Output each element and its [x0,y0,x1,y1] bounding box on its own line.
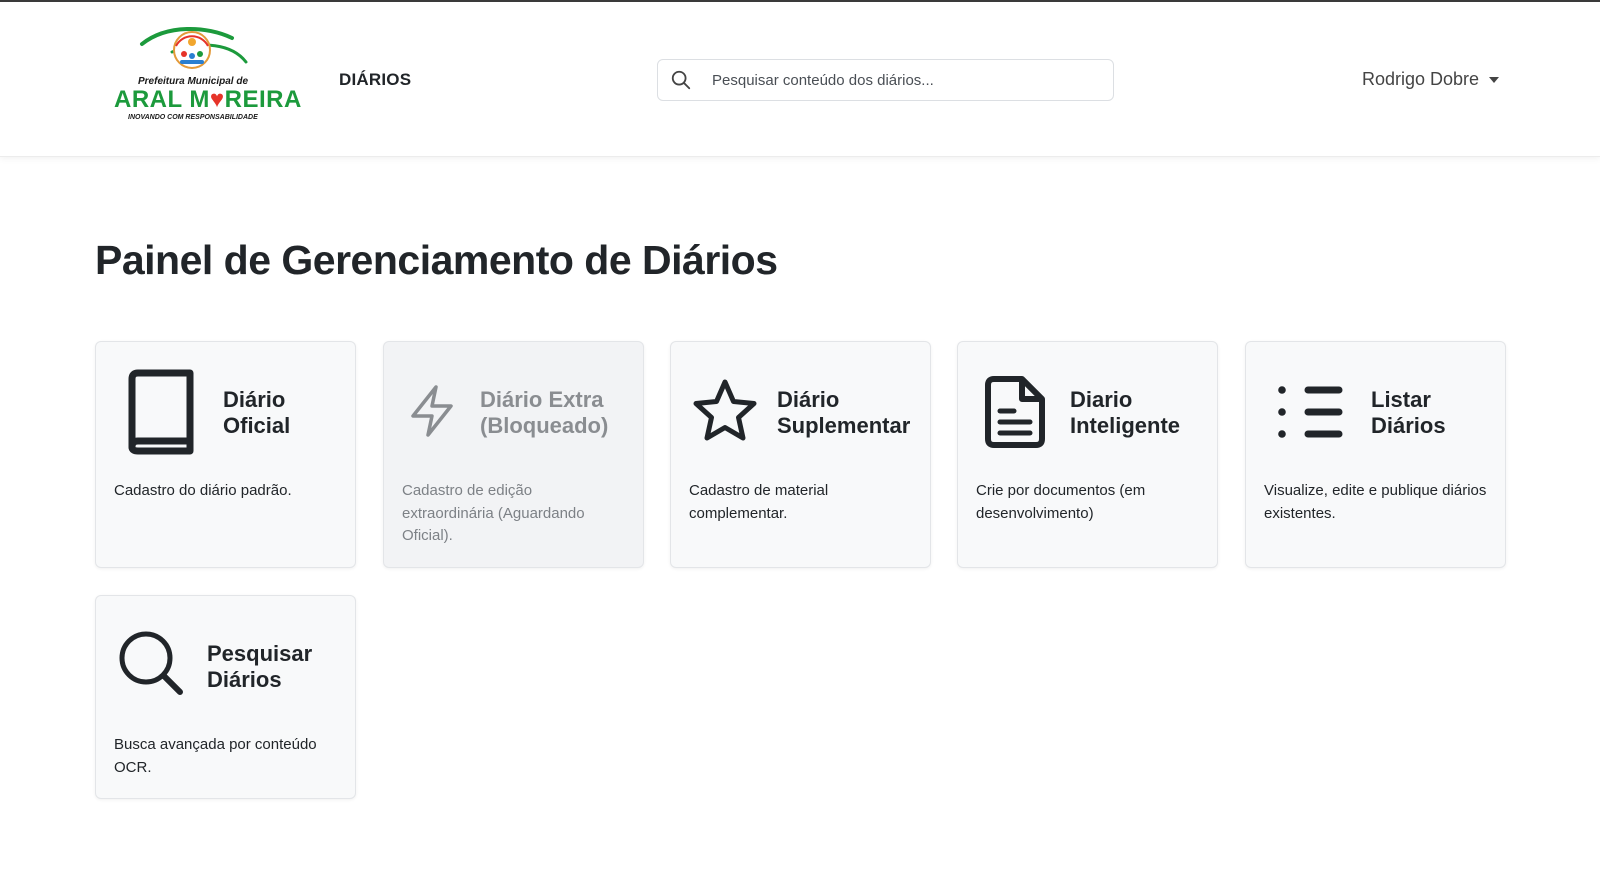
search-icon [119,631,183,695]
card-diario-oficial[interactable]: Diário Oficial Cadastro do diário padrão. [95,341,356,568]
logo-motto: INOVANDO COM RESPONSABILIDADE [128,114,258,121]
user-menu[interactable]: Rodrigo Dobre [1362,69,1500,90]
card-title: Diário Extra (Bloqueado) [480,387,609,438]
search-box [657,59,1114,101]
logo[interactable]: Prefeitura Municipal de ARAL M♥REIRA INO… [112,22,301,124]
card-description: Cadastro de edição extraordinária (Aguar… [402,482,585,544]
card-diario-inteligente[interactable]: Diario Inteligente Crie por documentos (e… [957,341,1218,568]
heart-icon: ♥ [209,86,225,113]
page-title: Painel de Gerenciamento de Diários [95,237,778,283]
lightning-icon [411,385,453,437]
card-description: Crie por documentos (em desenvolvimento) [976,482,1146,522]
star-icon [693,379,757,441]
card-description: Visualize, edite e publique diários exis… [1264,482,1487,522]
document-icon [985,376,1045,448]
caret-down-icon [1489,76,1500,83]
user-name: Rodrigo Dobre [1362,69,1480,89]
app-window: Prefeitura Municipal de ARAL M♥REIRA INO… [0,0,1600,869]
logo-emblem-icon [140,27,248,69]
navbar: Prefeitura Municipal de ARAL M♥REIRA INO… [0,2,1600,157]
nav-link-diarios[interactable]: DIÁRIOS [339,70,411,90]
search-input[interactable] [712,60,1102,100]
card-listar-diarios[interactable]: Listar Diários Visualize, edite e publiqu… [1245,341,1506,568]
list-icon [1278,386,1343,438]
card-title: Diario Inteligente [1070,387,1181,438]
card-title: Diário Suplementar [777,387,911,438]
logo-name: ARAL M♥REIRA [114,86,302,113]
card-description: Busca avançada por conteúdo OCR. [114,736,317,776]
card-description: Cadastro de material complementar. [689,482,829,522]
card-title: Listar Diários [1371,387,1446,438]
card-title: Diário Oficial [223,387,291,438]
card-title: Pesquisar Diários [207,641,313,692]
card-diario-extra: Diário Extra (Bloqueado) Cadastro de ediç… [383,341,644,568]
card-pesquisar-diarios[interactable]: Pesquisar Diários Busca avançada por cont… [95,595,356,799]
book-icon [128,369,194,455]
search-icon [671,70,691,90]
card-description: Cadastro do diário padrão. [114,482,292,499]
card-diario-suplementar[interactable]: Diário Suplementar Cadastro de material c… [670,341,931,568]
